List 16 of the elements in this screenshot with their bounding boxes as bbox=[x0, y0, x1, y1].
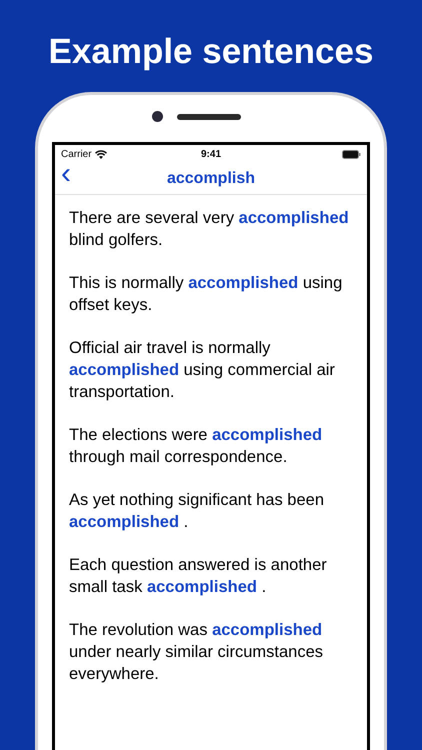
speaker-icon bbox=[176, 114, 240, 120]
status-time: 9:41 bbox=[200, 148, 221, 162]
example-sentence: There are several very accomplished blind golfers. bbox=[69, 208, 350, 251]
example-sentence: Each question answered is another small task accomplished . bbox=[69, 555, 328, 598]
camera-icon bbox=[152, 111, 162, 122]
battery-icon bbox=[342, 150, 361, 158]
nav-title: accomplish bbox=[166, 168, 256, 188]
example-sentence: Official air travel is normally accomplished using commercial air transportation. bbox=[69, 338, 336, 403]
headline: Example sentences bbox=[48, 34, 374, 69]
example-sentence: The revolution was accomplished under nearly similar circumstances everywhere. bbox=[69, 620, 324, 685]
wifi-icon bbox=[94, 150, 107, 158]
example-sentence: As yet nothing significant has been accomplished . bbox=[69, 490, 326, 533]
example-sentence: The elections were accomplished through mail correspondence. bbox=[69, 425, 324, 468]
carrier-label: Carrier bbox=[61, 148, 92, 162]
back-button[interactable]: ‹ bbox=[61, 159, 71, 189]
example-sentence: This is normally accomplished using offset keys. bbox=[69, 273, 344, 316]
